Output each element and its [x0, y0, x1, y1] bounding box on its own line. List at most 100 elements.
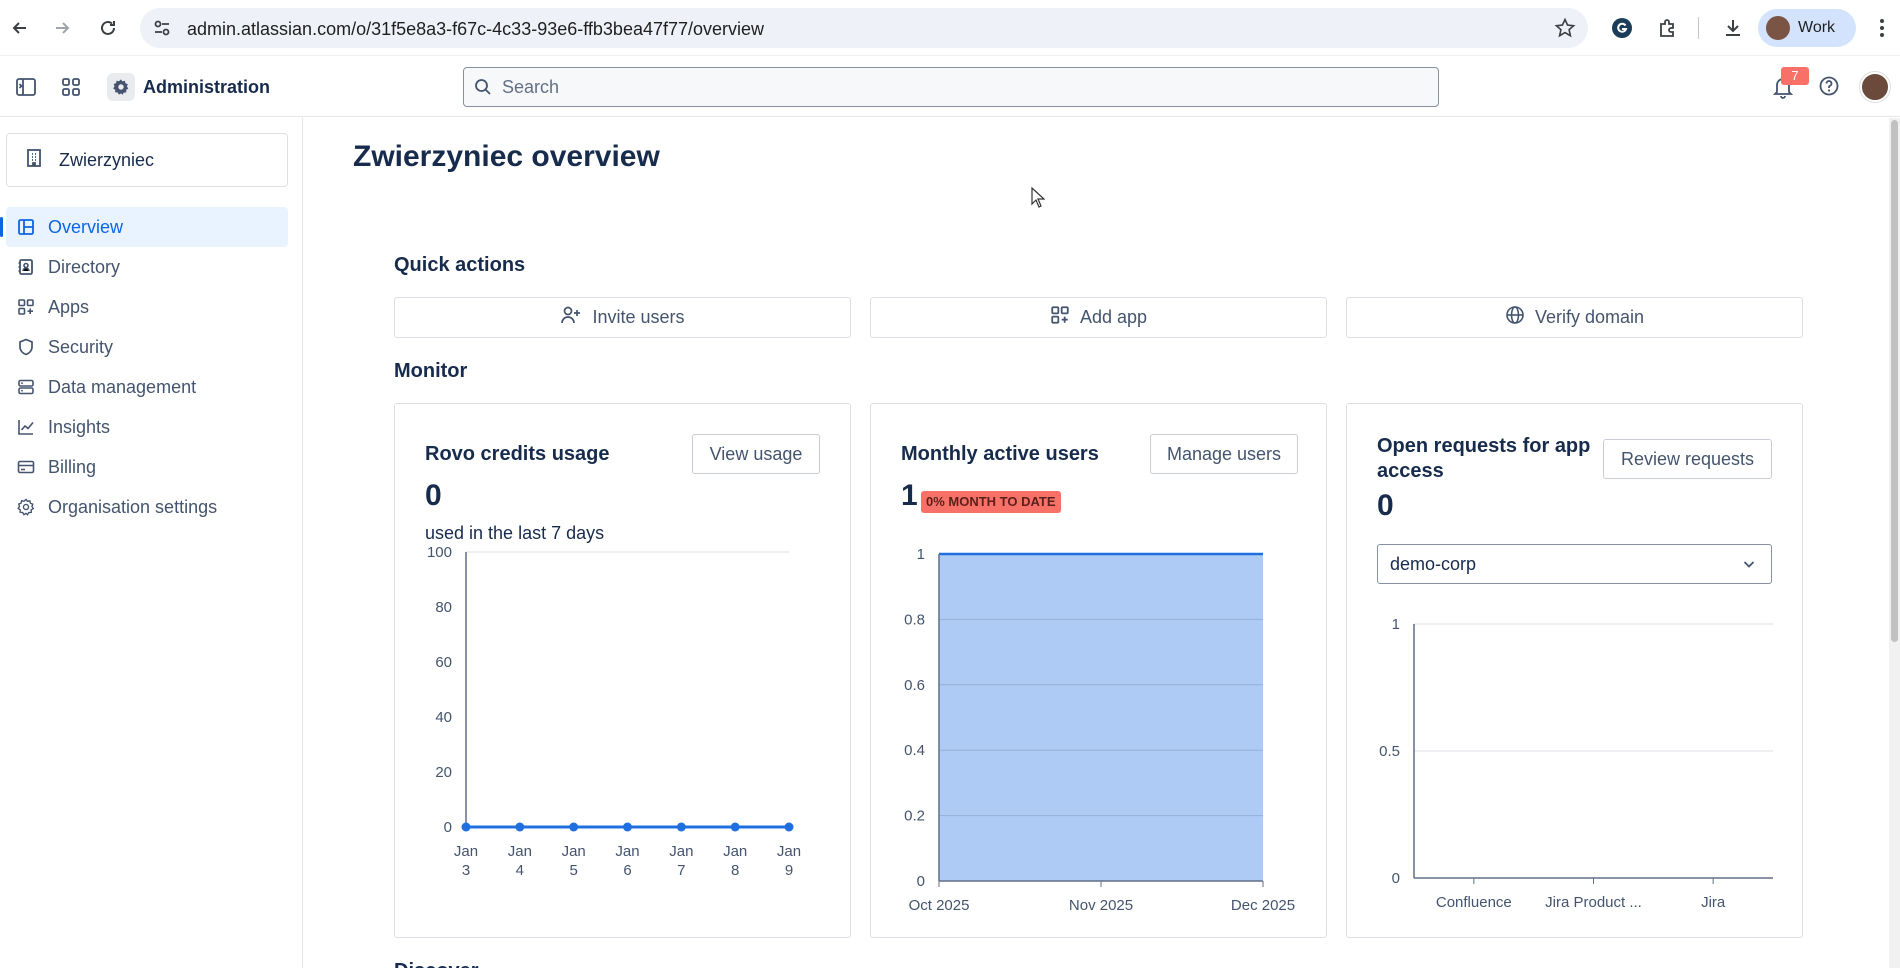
app-header: Administration 7 — [0, 57, 1900, 117]
sidebar-item-label: Security — [48, 336, 114, 357]
sidebar-nav: Overview Directory Apps Security Data ma… — [0, 207, 288, 527]
search-box[interactable] — [463, 67, 1439, 107]
notifications-count-badge: 7 — [1781, 67, 1809, 85]
administration-gear-icon[interactable] — [107, 73, 135, 101]
verify-domain-button[interactable]: Verify domain — [1346, 297, 1803, 338]
data-point — [730, 822, 740, 832]
credit-card-icon — [16, 457, 36, 477]
y-tick-label: 0.4 — [904, 742, 925, 759]
help-icon[interactable] — [1818, 75, 1840, 102]
site-settings-icon[interactable] — [152, 18, 172, 43]
area-fill — [939, 554, 1263, 881]
invite-users-label: Invite users — [592, 307, 685, 327]
sidebar-item-apps[interactable]: Apps — [6, 287, 288, 327]
forward-icon[interactable] — [48, 14, 76, 42]
downloads-icon[interactable] — [1717, 12, 1749, 44]
verify-domain-label: Verify domain — [1534, 307, 1645, 327]
open-requests-chart: 1 0.5 0 Confluence Jira Product ... Jira — [1379, 616, 1773, 911]
sidebar-item-insights[interactable]: Insights — [6, 407, 288, 447]
x-tick-label: 8 — [731, 862, 739, 879]
quick-actions-heading: Quick actions — [394, 254, 526, 276]
monitor-heading: Monitor — [394, 360, 468, 382]
app-switcher-icon[interactable] — [59, 75, 83, 99]
rovo-credits-card: Rovo credits usage View usage 0 used in … — [394, 403, 851, 938]
y-tick-label: 0.5 — [1379, 743, 1400, 760]
gear-icon — [16, 497, 36, 517]
sidebar-item-billing[interactable]: Billing — [6, 447, 288, 487]
main-content: Zwierzyniec overview Quick actions Invit… — [304, 118, 1900, 968]
y-tick-label: 40 — [435, 709, 452, 726]
bookmark-star-icon[interactable] — [1554, 17, 1576, 44]
data-point — [461, 822, 471, 832]
address-bar[interactable]: admin.atlassian.com/o/31f5e8a3-f67c-4c33… — [140, 8, 1588, 48]
y-tick-label: 1 — [917, 546, 925, 563]
x-tick-label: 7 — [677, 862, 685, 879]
y-tick-label: 60 — [435, 654, 452, 671]
org-name: Zwierzyniec — [59, 149, 155, 170]
globe-icon — [1505, 305, 1525, 330]
profile-avatar — [1766, 16, 1790, 40]
reload-icon[interactable] — [94, 14, 122, 42]
scrollbar-thumb[interactable] — [1891, 120, 1898, 642]
extensions-puzzle-icon[interactable] — [1652, 12, 1684, 44]
org-switcher[interactable]: Zwierzyniec — [6, 133, 288, 187]
discover-heading: Discover — [394, 960, 479, 968]
browser-profile-button[interactable]: Work — [1758, 9, 1856, 47]
add-app-label: Add app — [1079, 307, 1148, 327]
chart-line-icon — [16, 417, 36, 437]
sidebar-item-overview[interactable]: Overview — [0, 207, 288, 247]
y-tick-label: 0.8 — [904, 611, 925, 628]
user-avatar[interactable] — [1860, 72, 1890, 102]
x-tick-label: Dec 2025 — [1231, 897, 1295, 914]
sidebar-item-security[interactable]: Security — [6, 327, 288, 367]
y-tick-label: 0 — [444, 819, 452, 836]
data-point — [515, 822, 525, 832]
browser-menu-icon[interactable] — [1870, 12, 1894, 44]
page-title: Zwierzyniec overview — [353, 140, 660, 173]
search-icon — [474, 78, 492, 101]
rovo-credits-chart: 100806040200Jan3Jan4Jan5Jan6Jan7Jan8Jan9 — [427, 544, 801, 879]
y-tick-label: 80 — [435, 599, 452, 616]
sidebar-item-label: Apps — [48, 296, 90, 317]
back-icon[interactable] — [6, 14, 34, 42]
x-tick-label: Jira — [1701, 894, 1726, 911]
y-tick-label: 0.2 — [904, 808, 925, 825]
y-tick-label: 0 — [1392, 870, 1400, 887]
app-title[interactable]: Administration — [143, 77, 270, 98]
x-tick-label: Jan — [615, 843, 639, 860]
x-tick-label: Jan — [454, 843, 478, 860]
add-user-icon — [560, 305, 582, 330]
grammarly-extension-icon[interactable] — [1606, 12, 1638, 44]
y-tick-label: 20 — [435, 764, 452, 781]
sidebar-item-directory[interactable]: Directory — [6, 247, 288, 287]
profile-label: Work — [1798, 19, 1836, 36]
building-icon — [25, 148, 43, 173]
search-input[interactable] — [502, 76, 1402, 98]
mouse-cursor-icon — [1031, 186, 1046, 214]
overview-icon — [16, 217, 36, 237]
data-point — [623, 822, 632, 832]
sidebar-item-label: Data management — [48, 376, 197, 397]
x-tick-label: Jan — [562, 843, 586, 860]
invite-users-button[interactable]: Invite users — [394, 297, 851, 338]
monthly-active-users-chart: 1 0.8 0.6 0.4 0.2 0 Oct 2025 Nov 2025 Dec 2025 — [904, 546, 1295, 914]
sidebar-item-label: Directory — [48, 256, 121, 277]
apps-icon — [16, 297, 36, 317]
add-app-button[interactable]: Add app — [870, 297, 1327, 338]
sidebar-toggle-icon[interactable] — [14, 75, 38, 99]
toolbar-divider — [1697, 12, 1699, 44]
x-tick-label: Jan — [669, 843, 693, 860]
directory-icon — [16, 257, 36, 277]
sidebar-item-organisation-settings[interactable]: Organisation settings — [6, 487, 288, 527]
shield-icon — [16, 337, 36, 357]
y-tick-label: 1 — [1392, 616, 1400, 633]
sidebar: Zwierzyniec Overview Directory Apps Secu… — [0, 118, 303, 968]
x-tick-label: 6 — [623, 862, 631, 879]
page-scrollbar[interactable] — [1889, 118, 1900, 968]
sidebar-item-label: Insights — [48, 416, 111, 437]
y-tick-label: 100 — [427, 544, 452, 561]
open-requests-card: Open requests for app access Review requ… — [1346, 403, 1803, 938]
database-icon — [16, 377, 36, 397]
sidebar-item-data-management[interactable]: Data management — [6, 367, 288, 407]
url-text: admin.atlassian.com/o/31f5e8a3-f67c-4c33… — [187, 19, 765, 39]
